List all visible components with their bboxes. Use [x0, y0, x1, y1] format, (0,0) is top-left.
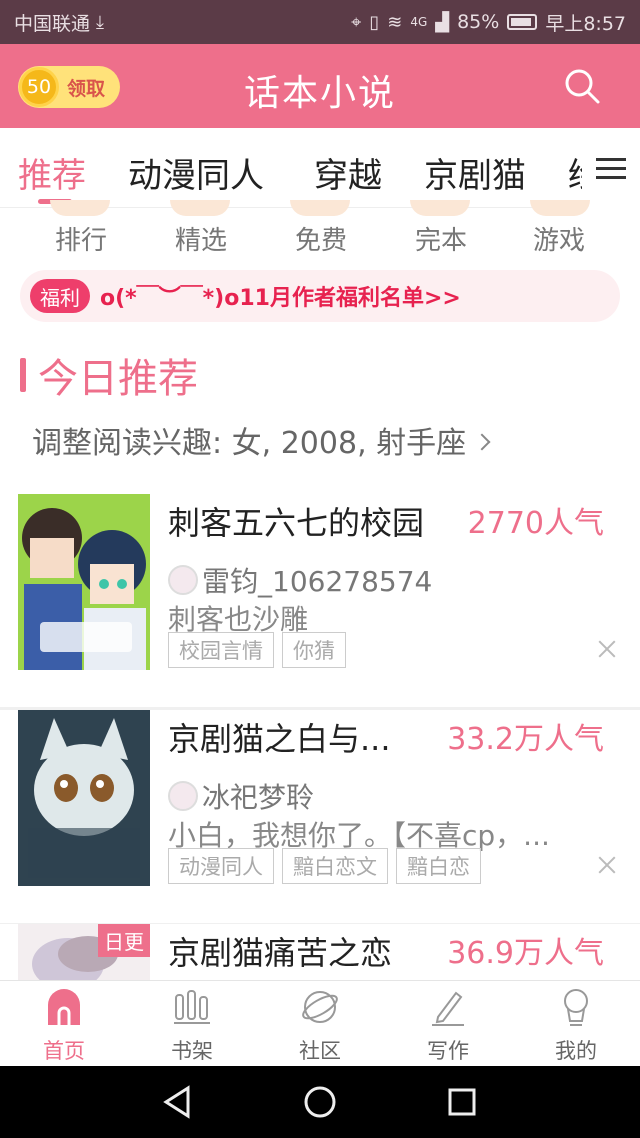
vibrate-icon: ▯ [369, 11, 380, 33]
tab-anime-fanfic[interactable]: 动漫同人 [128, 148, 264, 197]
wifi-icon: ≋ [387, 11, 403, 33]
nav-write[interactable]: 写作 [384, 981, 512, 1067]
nav-bookshelf[interactable]: 书架 [128, 981, 256, 1067]
notice-tag: 福利 [30, 279, 90, 313]
daily-update-badge: 日更 [98, 924, 150, 957]
bottom-nav: 首页 书架 社区 写作 我的 [0, 980, 640, 1066]
book-cover [18, 494, 150, 670]
interest-text: 调整阅读兴趣: 女, 2008, 射手座 [32, 426, 467, 461]
battery-icon [507, 14, 538, 30]
tab-jingju-cat[interactable]: 京剧猫 [424, 148, 526, 197]
battery-percent: 85% [457, 11, 500, 33]
author-avatar [168, 781, 198, 811]
status-bar: 中国联通 ⤓ ⌖ ▯ ≋ 4G ▟ 85% 早上8:57 [0, 0, 640, 44]
book-tag[interactable]: 校园言情 [168, 632, 274, 668]
location-icon: ⌖ [351, 11, 362, 33]
book-tags: 动漫同人 黯白恋文 黯白恋 [168, 848, 481, 884]
completed-icon [410, 200, 470, 216]
tab-recommend[interactable]: 推荐 [18, 148, 86, 197]
search-button[interactable] [562, 66, 602, 106]
quick-link-featured[interactable]: 精选 [146, 220, 256, 257]
book-item[interactable]: 日更 京剧猫痛苦之恋 36.9万人气 [0, 924, 640, 980]
nav-home[interactable]: 首页 [0, 981, 128, 1067]
book-tag[interactable]: 黯白恋 [396, 848, 481, 884]
ranking-icon [50, 200, 110, 216]
book-popularity: 2770人气 [467, 506, 604, 541]
adjust-interest-link[interactable]: 调整阅读兴趣: 女, 2008, 射手座 [32, 418, 491, 462]
tab-time-travel[interactable]: 穿越 [314, 148, 382, 197]
bookshelf-icon [174, 990, 210, 1024]
book-author[interactable]: 冰祀梦聆 [168, 776, 314, 816]
recents-icon[interactable] [444, 1084, 480, 1120]
system-nav-bar [0, 1066, 640, 1138]
quick-link-completed[interactable]: 完本 [386, 220, 496, 257]
book-title: 刺客五六七的校园 [168, 504, 425, 542]
quick-link-free[interactable]: 免费 [266, 220, 376, 257]
book-title: 京剧猫痛苦之恋 [168, 934, 393, 972]
tab-menu-button[interactable] [582, 128, 640, 208]
signal-icon: ▟ [435, 11, 450, 33]
author-name: 冰祀梦聆 [202, 781, 315, 814]
featured-icon [170, 200, 230, 216]
book-item[interactable]: 京剧猫之白与... 33.2万人气 冰祀梦聆 小白，我想你了。【不喜cp，...… [0, 710, 640, 926]
welfare-notice[interactable]: 福利 o(*￣︶￣*)o11月作者福利名单>> [20, 270, 620, 322]
clock: 早上8:57 [545, 12, 626, 35]
nav-community[interactable]: 社区 [256, 981, 384, 1067]
book-cover: 日更 [18, 924, 150, 980]
dismiss-icon[interactable] [598, 640, 616, 658]
download-icon: ⤓ [96, 11, 104, 33]
book-title: 京剧猫之白与... [168, 720, 391, 758]
book-item[interactable]: 刺客五六七的校园 2770人气 雷钧_106278574 刺客也沙雕 校园言情 … [0, 494, 640, 710]
section-title: 今日推荐 [38, 356, 198, 402]
games-icon [530, 200, 590, 216]
book-tag[interactable]: 动漫同人 [168, 848, 274, 884]
quick-link-ranking[interactable]: 排行 [26, 220, 136, 257]
chevron-right-icon [473, 433, 491, 450]
category-tabs: 推荐 动漫同人 穿越 京剧猫 绘 [0, 128, 640, 208]
section-accent-bar [20, 358, 26, 392]
nav-home-label: 首页 [43, 1039, 85, 1063]
menu-icon [596, 152, 626, 185]
author-avatar [168, 565, 198, 595]
app-title: 话本小说 [243, 73, 396, 114]
nav-bookshelf-label: 书架 [171, 1039, 213, 1063]
book-author[interactable]: 雷钧_106278574 [168, 560, 432, 600]
book-tags: 校园言情 你猜 [168, 632, 346, 668]
quick-links: 排行 精选 免费 完本 游戏 [0, 200, 640, 264]
section-header: 今日推荐 [20, 346, 198, 404]
nav-write-label: 写作 [427, 1039, 469, 1063]
book-tag[interactable]: 你猜 [282, 632, 346, 668]
free-icon [290, 200, 350, 216]
author-name: 雷钧_106278574 [202, 565, 433, 598]
nav-community-label: 社区 [299, 1039, 341, 1063]
back-icon[interactable] [160, 1084, 196, 1120]
book-cover [18, 710, 150, 886]
book-popularity: 36.9万人气 [447, 936, 604, 971]
notice-text: o(*￣︶￣*)o11月作者福利名单>> [100, 286, 461, 311]
profile-icon [564, 989, 588, 1026]
nav-profile-label: 我的 [555, 1039, 597, 1063]
home-circle-icon[interactable] [302, 1084, 338, 1120]
pencil-icon [432, 991, 464, 1026]
planet-icon [302, 991, 338, 1023]
book-popularity: 33.2万人气 [447, 722, 604, 757]
search-icon [565, 69, 600, 104]
app-header: 50 领取 话本小说 [0, 44, 640, 128]
home-icon [48, 989, 80, 1025]
nav-profile[interactable]: 我的 [512, 981, 640, 1067]
book-tag[interactable]: 黯白恋文 [282, 848, 388, 884]
carrier-label: 中国联通 [14, 12, 91, 35]
quick-link-games[interactable]: 游戏 [504, 220, 614, 257]
dismiss-icon[interactable] [598, 856, 616, 874]
network-type: 4G [410, 15, 428, 29]
